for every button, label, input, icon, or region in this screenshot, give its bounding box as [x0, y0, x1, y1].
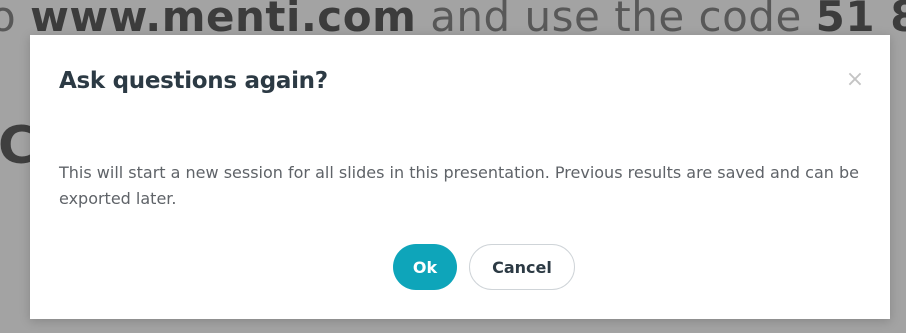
dialog-message: This will start a new session for all sl…: [59, 163, 859, 208]
close-icon[interactable]: ×: [844, 69, 866, 91]
join-instructions-prefix: o: [0, 0, 17, 41]
ask-questions-again-dialog: Ask questions again? × This will start a…: [30, 35, 890, 319]
cancel-button[interactable]: Cancel: [469, 244, 575, 290]
dialog-actions: Ok Cancel: [30, 244, 890, 290]
ok-button[interactable]: Ok: [393, 244, 457, 290]
dialog-title: Ask questions again?: [59, 68, 328, 94]
